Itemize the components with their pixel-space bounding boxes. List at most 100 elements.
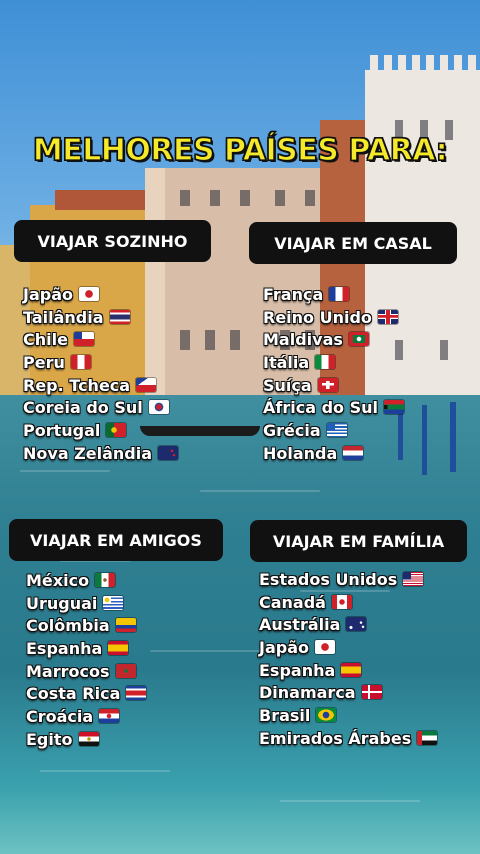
- section-heading-viajar-em-amigos: VIAJAR EM AMIGOS: [9, 519, 223, 561]
- country-name: Espanha: [26, 639, 103, 659]
- country-list-item: Chile: [23, 329, 178, 352]
- country-name: Japão: [259, 638, 309, 658]
- country-list-item: Emirados Árabes: [259, 728, 438, 751]
- country-list-item: Nova Zelândia: [23, 443, 179, 466]
- country-name: França: [263, 285, 324, 304]
- country-list-item: Estados Unidos: [259, 569, 437, 592]
- country-name: Holanda: [263, 443, 338, 463]
- country-list-item: Costa Rica: [26, 683, 147, 706]
- page-title: MELHORES PAÍSES PARA:: [32, 132, 448, 168]
- au-flag-icon: [346, 617, 367, 632]
- jp-flag-icon: [79, 287, 99, 301]
- mx-flag-icon: [95, 573, 116, 587]
- nl-flag-icon: [343, 445, 364, 460]
- pt-flag-icon: [106, 423, 127, 438]
- country-name: Colômbia: [26, 616, 110, 636]
- country-list-item: Colômbia: [26, 615, 146, 638]
- co-flag-icon: [115, 618, 136, 633]
- country-list-item: Uruguai: [26, 593, 146, 616]
- eg-flag-icon: [78, 731, 99, 746]
- country-list-item: Maldivas: [263, 329, 404, 352]
- building-right-crenel: [370, 55, 480, 75]
- country-list-item: Suíça: [263, 375, 404, 398]
- fr-flag-icon: [329, 287, 350, 301]
- country-list-item: Japão: [23, 284, 178, 307]
- section-heading-viajar-sozinho: VIAJAR SOZINHO: [14, 220, 211, 262]
- it-flag-icon: [315, 355, 336, 370]
- country-name: Rep. Tcheca: [23, 375, 131, 395]
- country-list-item: Peru: [23, 352, 178, 375]
- country-name: Grécia: [263, 421, 321, 441]
- cz-flag-icon: [136, 377, 157, 392]
- kr-flag-icon: [148, 400, 169, 415]
- country-list-item: África do Sul: [263, 397, 404, 420]
- country-list-item: Espanha: [26, 638, 146, 661]
- country-list-item: Grécia: [263, 420, 404, 443]
- country-list-item: Canadá: [259, 592, 437, 615]
- country-name: África do Sul: [263, 398, 378, 418]
- country-list-item: Coreia do Sul: [23, 397, 178, 420]
- gr-flag-icon: [326, 423, 347, 438]
- br-flag-icon: [316, 708, 337, 723]
- mv-flag-icon: [348, 332, 369, 347]
- country-name: Egito: [26, 729, 73, 749]
- country-list-item: Portugal: [23, 420, 178, 443]
- country-name: Japão: [23, 285, 73, 304]
- gb-flag-icon: [377, 309, 398, 324]
- country-name: Brasil: [259, 706, 311, 726]
- list-viajar-em-casal: França Reino Unido Maldivas Itália Suíça Áfri…: [263, 284, 404, 466]
- country-list-item: Brasil: [259, 705, 437, 728]
- country-list-item: Dinamarca: [259, 682, 437, 705]
- pe-flag-icon: [70, 355, 91, 370]
- dock-post: [450, 402, 456, 472]
- country-list-item: Croácia: [26, 706, 146, 729]
- country-name: Austrália: [259, 615, 341, 635]
- ae-flag-icon: [417, 730, 438, 745]
- country-list-item: Itália: [263, 352, 404, 375]
- country-list-item: Austrália: [259, 614, 437, 637]
- ca-flag-icon: [331, 594, 352, 609]
- cl-flag-icon: [73, 332, 94, 347]
- country-list-item: Espanha: [259, 660, 437, 683]
- country-list-item: França: [263, 284, 404, 307]
- country-name: Reino Unido: [263, 307, 372, 327]
- country-name: Marrocos: [26, 661, 110, 681]
- country-name: México: [26, 571, 90, 590]
- country-name: Peru: [23, 353, 65, 373]
- country-list-item: Holanda: [263, 443, 404, 466]
- country-name: Coreia do Sul: [23, 398, 143, 418]
- ch-flag-icon: [317, 377, 338, 392]
- us-flag-icon: [403, 572, 424, 586]
- nz-flag-icon: [158, 445, 179, 460]
- country-list-item: Rep. Tcheca: [23, 375, 178, 398]
- section-heading-viajar-em-familia: VIAJAR EM FAMÍLIA: [250, 520, 467, 562]
- country-list-item: Japão: [259, 637, 437, 660]
- dock-post: [422, 405, 427, 475]
- country-name: Itália: [263, 353, 310, 373]
- country-list-item: Marrocos: [26, 661, 146, 684]
- country-name: Uruguai: [26, 593, 98, 613]
- uy-flag-icon: [103, 595, 124, 610]
- country-list-item: Egito: [26, 729, 146, 752]
- dk-flag-icon: [361, 685, 382, 700]
- country-name: Chile: [23, 330, 68, 350]
- country-name: Espanha: [259, 660, 336, 680]
- country-name: Suíça: [263, 375, 312, 395]
- cr-flag-icon: [126, 686, 147, 701]
- country-name: Canadá: [259, 592, 326, 612]
- country-name: Costa Rica: [26, 684, 121, 704]
- list-viajar-em-amigos: México Uruguai Colômbia Espanha Marrocos Cost…: [26, 570, 147, 752]
- country-list-item: Reino Unido: [263, 307, 404, 330]
- country-name: Nova Zelândia: [23, 443, 153, 463]
- country-list-item: México: [26, 570, 146, 593]
- section-heading-viajar-em-casal: VIAJAR EM CASAL: [249, 222, 457, 264]
- country-name: Dinamarca: [259, 683, 356, 703]
- country-name: Maldivas: [263, 330, 343, 350]
- jp-flag-icon: [315, 640, 335, 655]
- country-name: Tailândia: [23, 307, 104, 327]
- list-viajar-sozinho: Japão Tailândia Chile Peru Rep. Tcheca Coreia…: [23, 284, 179, 466]
- country-name: Estados Unidos: [259, 570, 398, 589]
- country-name: Emirados Árabes: [259, 728, 412, 748]
- es-flag-icon: [108, 641, 129, 656]
- ma-flag-icon: [115, 663, 136, 678]
